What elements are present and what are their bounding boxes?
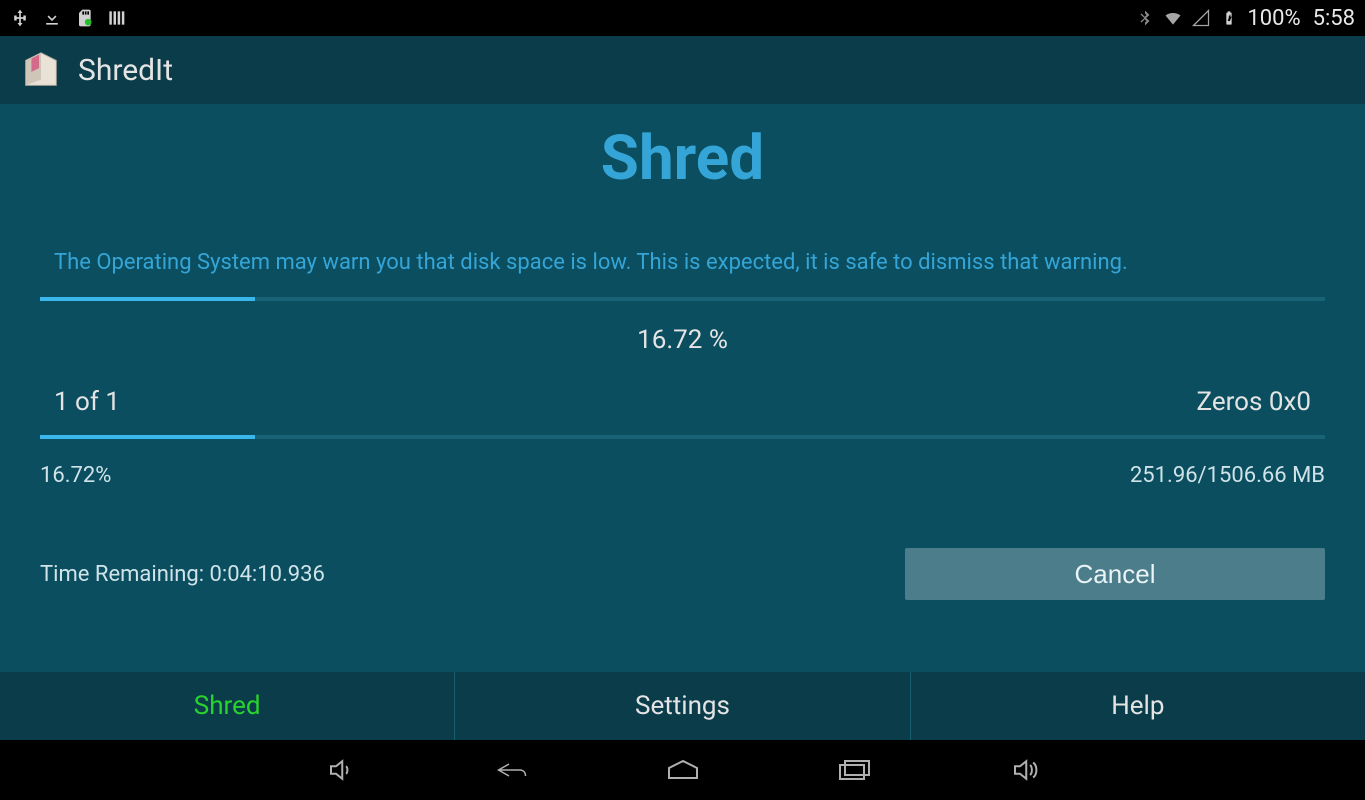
tab-shred[interactable]: Shred [0,672,455,740]
overall-progress-percent: 16.72 % [40,325,1325,355]
home-icon[interactable] [665,752,701,788]
page-title: Shred [40,122,1325,195]
android-nav-bar [0,740,1365,800]
battery-percent: 100% [1247,6,1300,31]
android-status-bar: 100% 5:58 [0,0,1365,36]
back-icon[interactable] [494,752,530,788]
pass-progress-fill [40,435,255,439]
app-title: ShredIt [78,53,173,88]
pass-progress-bar [40,435,1325,439]
pass-progress-percent: 16.72% [40,463,111,488]
volume-down-icon[interactable] [323,752,359,788]
status-left-icons [10,8,126,28]
bluetooth-icon [1135,8,1155,28]
clock: 5:58 [1313,6,1355,31]
action-bar: ShredIt [0,36,1365,104]
wifi-icon [1163,8,1183,28]
app-icon [18,47,64,93]
main-content: Shred The Operating System may warn you … [0,104,1365,600]
download-icon [42,8,62,28]
pass-count: 1 of 1 [54,387,120,417]
tab-label: Help [1111,691,1164,721]
tab-label: Settings [635,691,730,721]
cancel-button[interactable]: Cancel [905,548,1325,600]
bars-icon [106,8,126,28]
overall-progress-bar [40,297,1325,301]
battery-charging-icon [1219,8,1239,28]
sd-card-icon [74,8,94,28]
usb-icon [10,8,30,28]
recent-apps-icon[interactable] [836,752,872,788]
bottom-tab-bar: Shred Settings Help [0,672,1365,740]
size-progress: 251.96/1506.66 MB [1130,463,1325,488]
cell-signal-icon [1191,8,1211,28]
overall-progress-fill [40,297,255,301]
disk-space-warning: The Operating System may warn you that d… [54,250,1311,275]
time-remaining: Time Remaining: 0:04:10.936 [40,562,325,587]
volume-up-icon[interactable] [1007,752,1043,788]
shred-method: Zeros 0x0 [1197,387,1311,417]
tab-settings[interactable]: Settings [455,672,910,740]
tab-label: Shred [194,691,261,721]
status-right-icons: 100% 5:58 [1135,6,1355,31]
tab-help[interactable]: Help [911,672,1365,740]
